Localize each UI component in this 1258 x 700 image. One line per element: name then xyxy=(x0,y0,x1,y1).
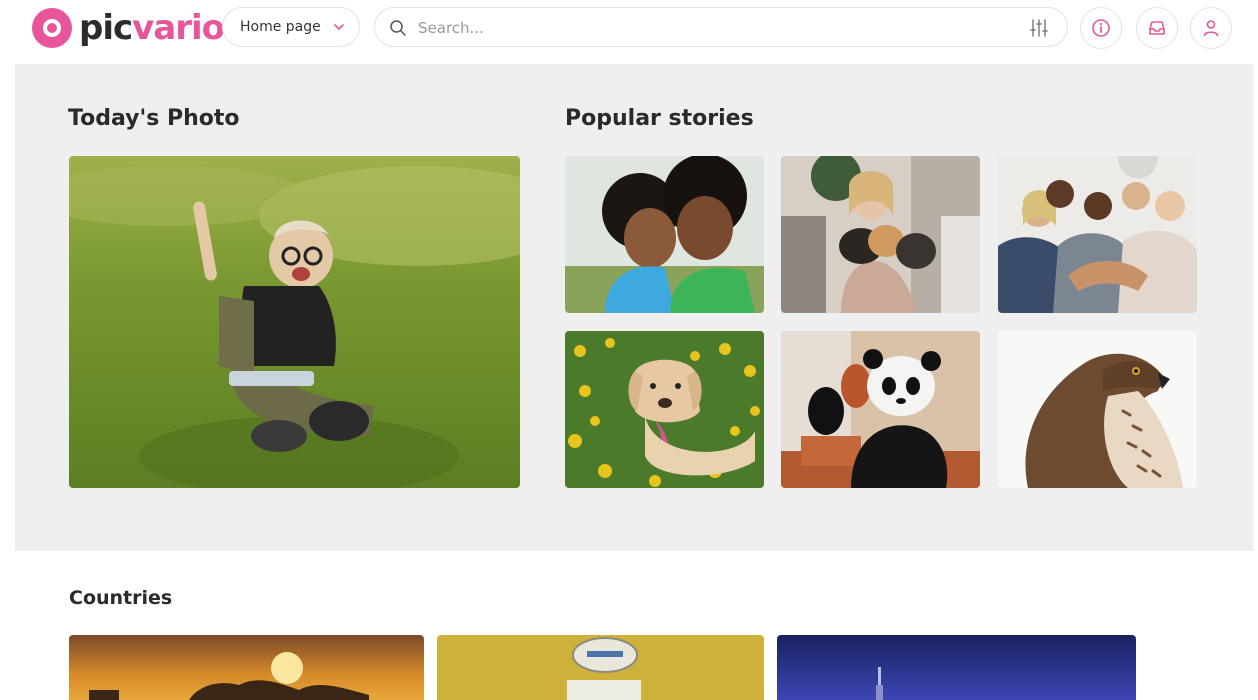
user-icon xyxy=(1203,20,1219,37)
inbox-icon xyxy=(1149,21,1165,35)
logo-mark-icon xyxy=(32,8,72,48)
profile-button[interactable] xyxy=(1190,7,1232,49)
story-dog-in-flowers[interactable] xyxy=(565,331,764,488)
top-header: picvario Home page xyxy=(0,0,1258,56)
search-icon xyxy=(390,20,406,36)
popular-stories-title: Popular stories xyxy=(565,106,754,131)
todays-photo[interactable] xyxy=(69,156,520,488)
picvario-logo[interactable]: picvario xyxy=(32,8,225,48)
todays-photo-title: Today's Photo xyxy=(68,106,240,131)
search-input[interactable] xyxy=(418,16,998,40)
logo-text: picvario xyxy=(79,8,225,48)
home-select-label: Home page xyxy=(240,19,321,35)
sliders-icon[interactable] xyxy=(1029,18,1049,38)
home-page-select[interactable]: Home page xyxy=(222,7,360,47)
country-card-sunset[interactable] xyxy=(69,635,424,700)
logo-text-part1: pic xyxy=(79,8,133,48)
story-hawk[interactable] xyxy=(998,331,1197,488)
info-icon xyxy=(1092,19,1110,37)
inbox-button[interactable] xyxy=(1136,7,1178,49)
logo-text-part2: vario xyxy=(132,8,225,48)
countries-title: Countries xyxy=(69,587,173,609)
story-team-hands[interactable] xyxy=(998,156,1197,313)
story-kids-smiling[interactable] xyxy=(565,156,764,313)
chevron-down-icon xyxy=(334,24,344,30)
story-girl-with-kittens[interactable] xyxy=(781,156,980,313)
country-card-night-city[interactable] xyxy=(777,635,1136,700)
story-panda-cub[interactable] xyxy=(781,331,980,488)
info-button[interactable] xyxy=(1080,7,1122,49)
country-card-yellow-wall[interactable] xyxy=(437,635,764,700)
search-bar xyxy=(374,7,1068,47)
